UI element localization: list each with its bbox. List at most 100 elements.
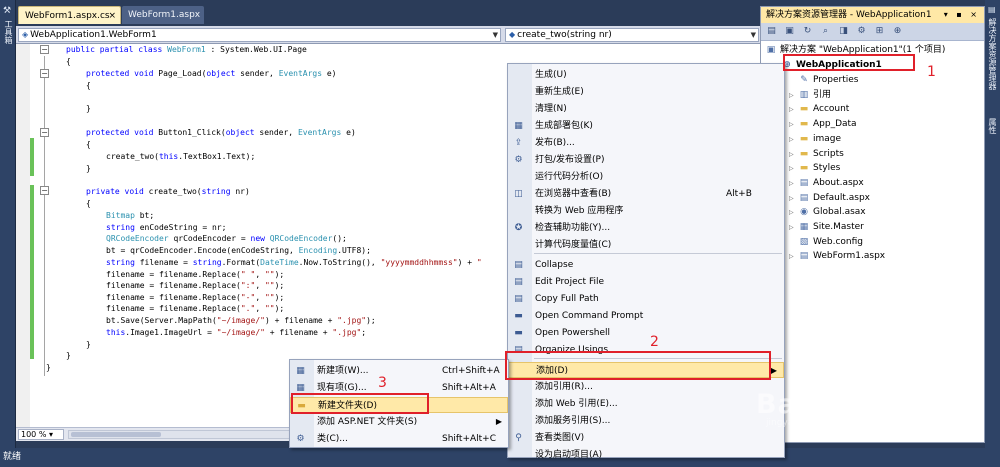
tree-item[interactable]: ▷ ▤ Default.aspx — [789, 191, 870, 205]
expand-arrow-icon[interactable]: ▷ — [789, 250, 798, 264]
code-line[interactable]: filename = filename.Replace(".", ""); — [106, 303, 284, 315]
tree-item[interactable]: ▷ ▤ About.aspx — [789, 176, 864, 190]
expand-arrow-icon[interactable]: ▷ — [789, 192, 798, 206]
menu-item[interactable]: 运行代码分析(O) — [508, 169, 784, 185]
collapse-icon[interactable]: − — [40, 45, 49, 54]
menu-item[interactable]: 添加引用(R)... — [508, 379, 784, 395]
menu-item[interactable]: ⚲ 查看类图(V) — [508, 430, 784, 446]
chevron-down-icon[interactable]: ▼ — [751, 29, 756, 41]
menu-item[interactable]: 转换为 Web 应用程序 — [508, 203, 784, 219]
tree-item[interactable]: ✎ Properties — [789, 73, 858, 87]
view-code-icon[interactable]: ⌕ — [819, 25, 832, 38]
zoom-dropdown[interactable]: 100 % ▾ — [18, 429, 64, 440]
code-line[interactable]: } — [86, 163, 91, 175]
submenu-item[interactable]: ⚙ 类(C)... Shift+Alt+C — [290, 431, 508, 447]
code-line[interactable]: protected void Page_Load(object sender, … — [86, 68, 337, 80]
code-line[interactable]: Bitmap bt; — [106, 210, 154, 222]
copy-website-icon[interactable]: ⊕ — [891, 25, 904, 38]
code-line[interactable]: create_two(this.TextBox1.Text); — [106, 151, 255, 163]
class-icon: ◈ — [22, 30, 29, 39]
code-line[interactable]: } — [46, 362, 51, 374]
expand-arrow-icon[interactable]: ▷ — [789, 206, 798, 220]
menu-item[interactable]: ▤ Edit Project File — [508, 274, 784, 290]
submenu-item[interactable]: 添加 ASP.NET 文件夹(S) ▶ — [290, 414, 508, 430]
toolbox-icon[interactable]: ⚒ — [3, 6, 13, 16]
code-line[interactable]: { — [66, 56, 71, 68]
tree-item[interactable]: ▷ ▦ Site.Master — [789, 220, 864, 234]
type-dropdown[interactable]: ◈ WebApplication1.WebForm1 ▼ — [18, 28, 501, 42]
member-dropdown[interactable]: ◆ create_two(string nr) ▼ — [505, 28, 759, 42]
menu-item[interactable]: 设为启动项目(A) — [508, 447, 784, 463]
code-line[interactable]: bt.Save(Server.MapPath("~/image/") + fil… — [106, 315, 376, 327]
tab-webform1-aspx[interactable]: WebForm1.aspx — [122, 6, 204, 24]
code-line[interactable]: { — [86, 198, 91, 210]
code-line[interactable]: } — [66, 350, 71, 362]
tree-item[interactable]: ▷ ▬ image — [789, 132, 841, 146]
show-all-files-icon[interactable]: ▣ — [783, 25, 796, 38]
collapse-icon[interactable]: − — [40, 186, 49, 195]
collapse-icon[interactable]: − — [40, 69, 49, 78]
menu-item[interactable]: ▤ Copy Full Path — [508, 291, 784, 307]
tree-item[interactable]: ▷ ◉ Global.asax — [789, 205, 866, 219]
tree-item[interactable]: ▧ Web.config — [789, 235, 863, 249]
code-line[interactable]: protected void Button1_Click(object send… — [86, 127, 356, 139]
tab-webform1-aspx-cs[interactable]: WebForm1.aspx.cs × — [18, 6, 121, 24]
properties-icon[interactable]: ▤ — [765, 25, 778, 38]
menu-item[interactable]: ⚙ 打包/发布设置(P) — [508, 152, 784, 168]
chevron-down-icon[interactable]: ▼ — [493, 29, 498, 41]
refresh-icon[interactable]: ↻ — [801, 25, 814, 38]
expand-arrow-icon[interactable]: ▷ — [789, 118, 798, 132]
expand-arrow-icon[interactable]: ▷ — [789, 103, 798, 117]
menu-item[interactable]: ⇪ 发布(B)... — [508, 135, 784, 151]
right-tool-rail[interactable]: ▤ 解决方案资源管理器 属性 — [985, 0, 1000, 448]
tree-item[interactable]: ▷ ▬ Account — [789, 102, 849, 116]
tree-item[interactable]: ▷ ▬ Styles — [789, 161, 840, 175]
expand-arrow-icon[interactable]: ▷ — [789, 162, 798, 176]
code-line[interactable]: this.Image1.ImageUrl = "~/image/" + file… — [106, 327, 366, 339]
menu-item[interactable]: ▦ 生成部署包(K) — [508, 118, 784, 134]
expand-arrow-icon[interactable]: ▷ — [789, 148, 798, 162]
tree-item[interactable]: ▷ ▤ WebForm1.aspx — [789, 249, 885, 263]
expand-arrow-icon[interactable]: ▷ — [789, 89, 798, 103]
scroll-thumb[interactable] — [71, 432, 161, 437]
menu-item[interactable]: ◫ 在浏览器中查看(B) Alt+B — [508, 186, 784, 202]
code-line[interactable]: } — [86, 339, 91, 351]
expand-arrow-icon[interactable]: ▷ — [789, 221, 798, 235]
menu-item[interactable]: 计算代码度量值(C) — [508, 237, 784, 253]
expand-arrow-icon[interactable]: ▷ — [789, 133, 798, 147]
view-designer-icon[interactable]: ◨ — [837, 25, 850, 38]
code-line[interactable]: filename = filename.Replace(":", ""); — [106, 280, 284, 292]
tree-item[interactable]: ▷ ▥ 引用 — [789, 88, 831, 102]
menu-item[interactable]: 添加 Web 引用(E)... — [508, 396, 784, 412]
nest-icon[interactable]: ⊞ — [873, 25, 886, 38]
collapse-icon[interactable]: − — [40, 128, 49, 137]
toolbox-rail[interactable]: ⚒ 工具箱 — [0, 0, 16, 455]
menu-item[interactable]: 清理(N) — [508, 101, 784, 117]
code-line[interactable]: { — [86, 80, 91, 92]
menu-item[interactable]: ▬ Open Powershell — [508, 325, 784, 341]
tree-item[interactable]: ▷ ▬ Scripts — [789, 147, 844, 161]
solution-explorer-icon[interactable]: ▤ — [988, 5, 997, 14]
code-line[interactable]: QRCodeEncoder qrCodeEncoder = new QRCode… — [106, 233, 347, 245]
code-line[interactable]: private void create_two(string nr) — [86, 186, 250, 198]
menu-item[interactable]: 重新生成(E) — [508, 84, 784, 100]
window-controls[interactable]: ▾ ▪ × — [944, 7, 980, 23]
code-line[interactable]: public partial class WebForm1 : System.W… — [66, 44, 307, 56]
menu-item[interactable]: ✪ 检查辅助功能(Y)... — [508, 220, 784, 236]
properties-tab[interactable]: 属性 — [987, 118, 998, 134]
code-line[interactable]: string filename = string.Format(DateTime… — [106, 257, 482, 269]
expand-arrow-icon[interactable]: ▷ — [789, 177, 798, 191]
code-line[interactable]: } — [86, 103, 91, 115]
submenu-item[interactable]: ▦ 新建项(W)... Ctrl+Shift+A — [290, 363, 508, 379]
class-diagram-icon[interactable]: ⚙ — [855, 25, 868, 38]
close-icon[interactable]: × — [108, 10, 116, 22]
code-line[interactable]: { — [86, 139, 91, 151]
menu-item[interactable]: ▬ Open Command Prompt — [508, 308, 784, 324]
solution-explorer-tab[interactable]: 解决方案资源管理器 — [987, 18, 998, 90]
menu-item[interactable]: 添加服务引用(S)... — [508, 413, 784, 429]
code-line[interactable]: bt = qrCodeEncoder.Encode(enCodeString, … — [106, 245, 371, 257]
menu-item[interactable]: 生成(U) — [508, 67, 784, 83]
menu-item[interactable]: ▤ Collapse — [508, 257, 784, 273]
tree-item[interactable]: ▷ ▬ App_Data — [789, 117, 857, 131]
toolbox-label[interactable]: 工具箱 — [2, 20, 14, 44]
